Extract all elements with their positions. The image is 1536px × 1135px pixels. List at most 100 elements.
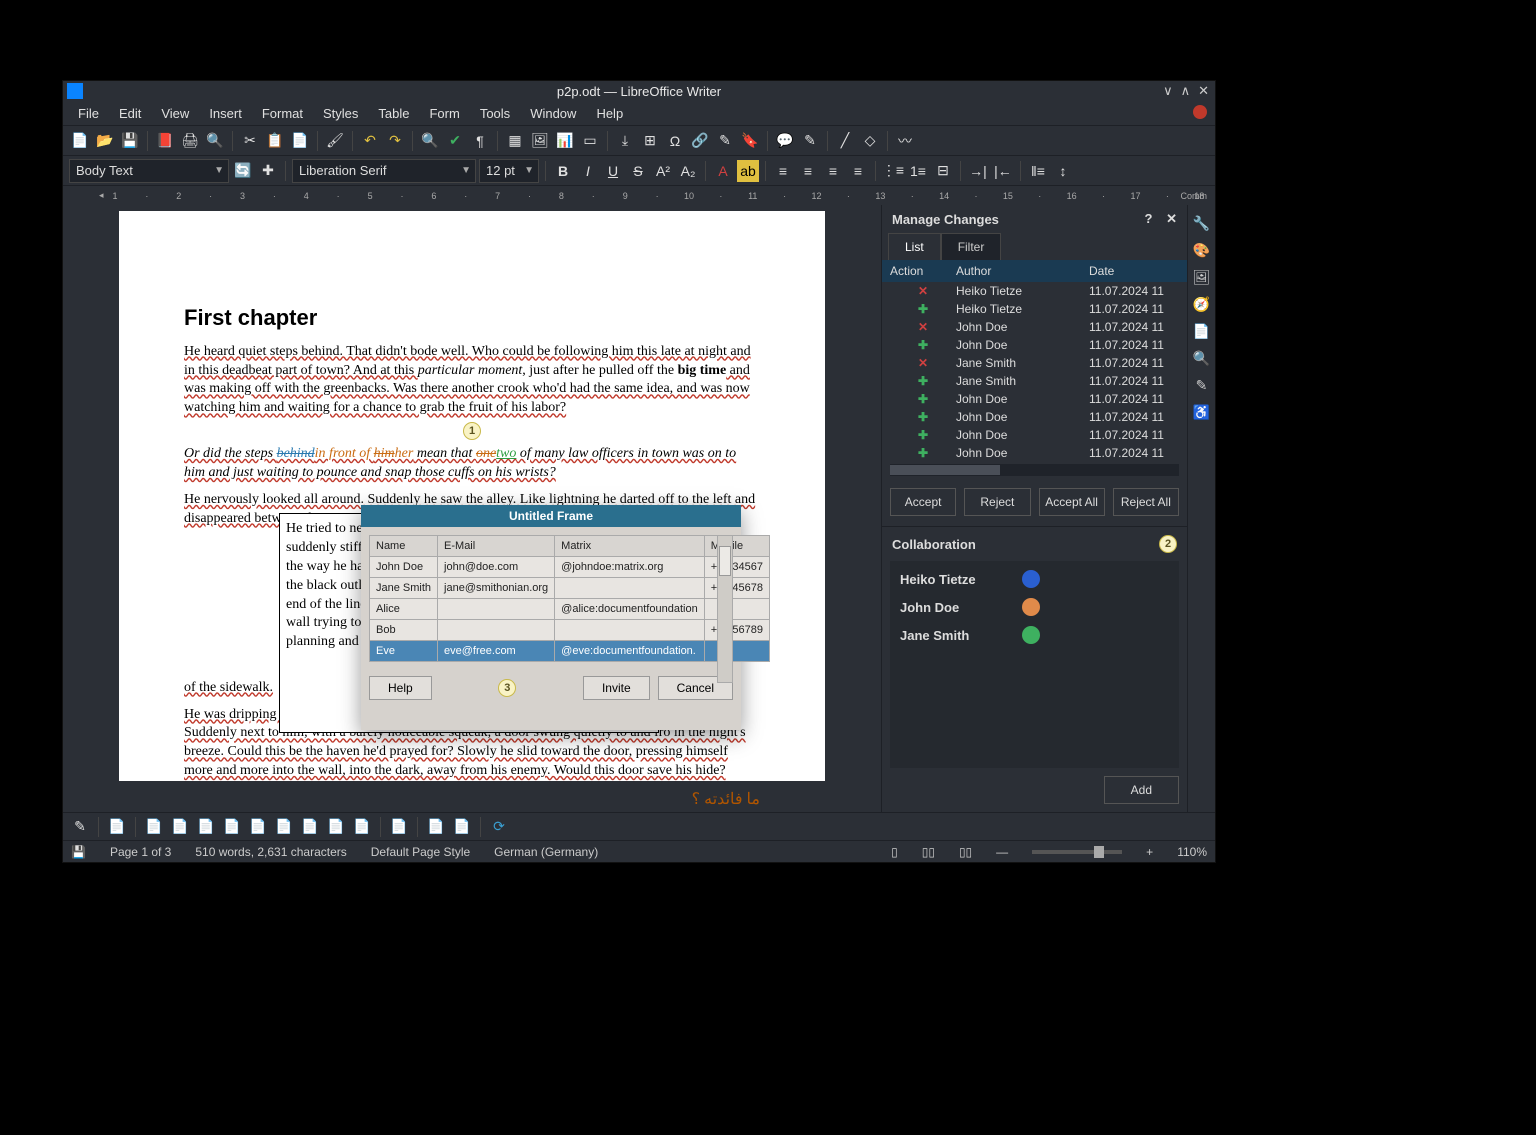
dialog-scrollbar[interactable]	[717, 535, 733, 683]
align-left-icon[interactable]: ≡	[772, 160, 794, 182]
page-break-icon[interactable]: ⤓	[614, 130, 636, 152]
menu-form[interactable]: Form	[420, 103, 468, 124]
change-row[interactable]: ✚John Doe11.07.2024 11	[882, 336, 1187, 354]
clone-format-icon[interactable]: 🖌	[324, 130, 346, 152]
view-single-icon[interactable]: ▯	[891, 845, 898, 859]
collaborator[interactable]: Heiko Tietze	[900, 565, 1169, 593]
close-button[interactable]: ✕	[1198, 83, 1209, 99]
col-name[interactable]: Name	[370, 536, 438, 557]
menu-edit[interactable]: Edit	[110, 103, 150, 124]
open-icon[interactable]: 📂	[94, 130, 116, 152]
help-button[interactable]: Help	[369, 676, 432, 700]
doc2-icon[interactable]: 📄	[143, 817, 165, 837]
word-count[interactable]: 510 words, 2,631 characters	[195, 845, 346, 859]
col-author[interactable]: Author	[956, 264, 1089, 278]
underline-icon[interactable]: U	[602, 160, 624, 182]
change-row[interactable]: ✚John Doe11.07.2024 11	[882, 390, 1187, 408]
draw-functions-icon[interactable]: 〰	[894, 130, 916, 152]
doc6-icon[interactable]: 📄	[247, 817, 269, 837]
collaborator[interactable]: John Doe	[900, 593, 1169, 621]
minimize-button[interactable]: ∨	[1163, 83, 1173, 99]
indent-inc-icon[interactable]: →|	[967, 160, 989, 182]
update-style-icon[interactable]: 🔄	[232, 160, 254, 182]
image-icon[interactable]: 🖼	[529, 130, 551, 152]
change-row[interactable]: ✕Heiko Tietze11.07.2024 11	[882, 282, 1187, 300]
horizontal-scrollbar[interactable]	[890, 464, 1179, 476]
superscript-icon[interactable]: A²	[652, 160, 674, 182]
navigator-icon[interactable]: 🧭	[1193, 296, 1210, 313]
menu-table[interactable]: Table	[369, 103, 418, 124]
col-action[interactable]: Action	[890, 264, 956, 278]
reject-button[interactable]: Reject	[964, 488, 1030, 516]
changes-icon[interactable]: ✎	[1196, 377, 1208, 394]
undo-icon[interactable]: ↶	[359, 130, 381, 152]
page-status[interactable]: Page 1 of 3	[110, 845, 171, 859]
change-row[interactable]: ✕John Doe11.07.2024 11	[882, 318, 1187, 336]
doc5-icon[interactable]: 📄	[221, 817, 243, 837]
new-icon[interactable]: 📄	[69, 130, 91, 152]
change-row[interactable]: ✚John Doe11.07.2024 11	[882, 426, 1187, 444]
collaborator[interactable]: Jane Smith	[900, 621, 1169, 649]
chart-icon[interactable]: 📊	[554, 130, 576, 152]
zoom-value[interactable]: 110%	[1177, 845, 1207, 859]
styles-icon[interactable]: 🎨	[1193, 242, 1210, 259]
subscript-icon[interactable]: A₂	[677, 160, 699, 182]
font-size-combo[interactable]: 12 pt ▼	[479, 159, 539, 183]
edit-icon[interactable]: ✎	[69, 817, 91, 837]
track-changes-icon[interactable]: ✎	[799, 130, 821, 152]
tab-filter[interactable]: Filter	[941, 233, 1002, 260]
menu-insert[interactable]: Insert	[200, 103, 251, 124]
special-char-icon[interactable]: Ω	[664, 130, 686, 152]
contact-row[interactable]: John Doejohn@doe.com@johndoe:matrix.org+…	[370, 557, 770, 578]
doc10-icon[interactable]: 📄	[351, 817, 373, 837]
find-icon[interactable]: 🔍	[419, 130, 441, 152]
inspector-icon[interactable]: 🔍	[1193, 350, 1210, 367]
doc7-icon[interactable]: 📄	[273, 817, 295, 837]
italic-icon[interactable]: I	[577, 160, 599, 182]
strikethrough-icon[interactable]: S	[627, 160, 649, 182]
col-date[interactable]: Date	[1089, 264, 1179, 278]
comment-icon[interactable]: 💬	[774, 130, 796, 152]
line-icon[interactable]: ╱	[834, 130, 856, 152]
bullet-list-icon[interactable]: ⋮≡	[882, 160, 904, 182]
print-icon[interactable]: 🖨	[179, 130, 201, 152]
invite-button[interactable]: Invite	[583, 676, 650, 700]
table-icon[interactable]: ▦	[504, 130, 526, 152]
page-style[interactable]: Default Page Style	[371, 845, 470, 859]
footnote-icon[interactable]: ✎	[714, 130, 736, 152]
add-button[interactable]: Add	[1104, 776, 1179, 804]
menu-view[interactable]: View	[152, 103, 198, 124]
contact-row[interactable]: Bob+3 456789	[370, 620, 770, 641]
zoom-slider[interactable]	[1032, 850, 1122, 854]
doc12-icon[interactable]: 📄	[451, 817, 473, 837]
outline-icon[interactable]: ⊟	[932, 160, 954, 182]
basic-shapes-icon[interactable]: ◇	[859, 130, 881, 152]
doc4-icon[interactable]: 📄	[195, 817, 217, 837]
tab-list[interactable]: List	[888, 233, 941, 260]
change-row[interactable]: ✕Jane Smith11.07.2024 11	[882, 354, 1187, 372]
line-spacing-icon[interactable]: ‖≡	[1027, 160, 1049, 182]
align-center-icon[interactable]: ≡	[797, 160, 819, 182]
align-justify-icon[interactable]: ≡	[847, 160, 869, 182]
redo-icon[interactable]: ↷	[384, 130, 406, 152]
sync-icon[interactable]: ⟳	[488, 817, 510, 837]
menu-styles[interactable]: Styles	[314, 103, 367, 124]
doc11-icon[interactable]: 📄	[425, 817, 447, 837]
indent-dec-icon[interactable]: |←	[992, 160, 1014, 182]
properties-icon[interactable]: 🔧	[1193, 215, 1210, 232]
bold-icon[interactable]: B	[552, 160, 574, 182]
gallery-icon[interactable]: 🖼	[1193, 269, 1211, 286]
spellcheck-icon[interactable]: ✔	[444, 130, 466, 152]
page-icon[interactable]: 📄	[1193, 323, 1210, 340]
menu-format[interactable]: Format	[253, 103, 312, 124]
print-preview-icon[interactable]: 🔍	[204, 130, 226, 152]
language[interactable]: German (Germany)	[494, 845, 598, 859]
align-right-icon[interactable]: ≡	[822, 160, 844, 182]
col-mobile[interactable]: Mobile	[704, 536, 769, 557]
contact-row[interactable]: Jane Smithjane@smithonian.org+2 345678	[370, 578, 770, 599]
export-pdf-icon[interactable]: 📕	[154, 130, 176, 152]
doc1-icon[interactable]: 📄	[106, 817, 128, 837]
change-row[interactable]: ✚Jane Smith11.07.2024 11	[882, 372, 1187, 390]
accept-all-button[interactable]: Accept All	[1039, 488, 1105, 516]
font-color-icon[interactable]: A	[712, 160, 734, 182]
